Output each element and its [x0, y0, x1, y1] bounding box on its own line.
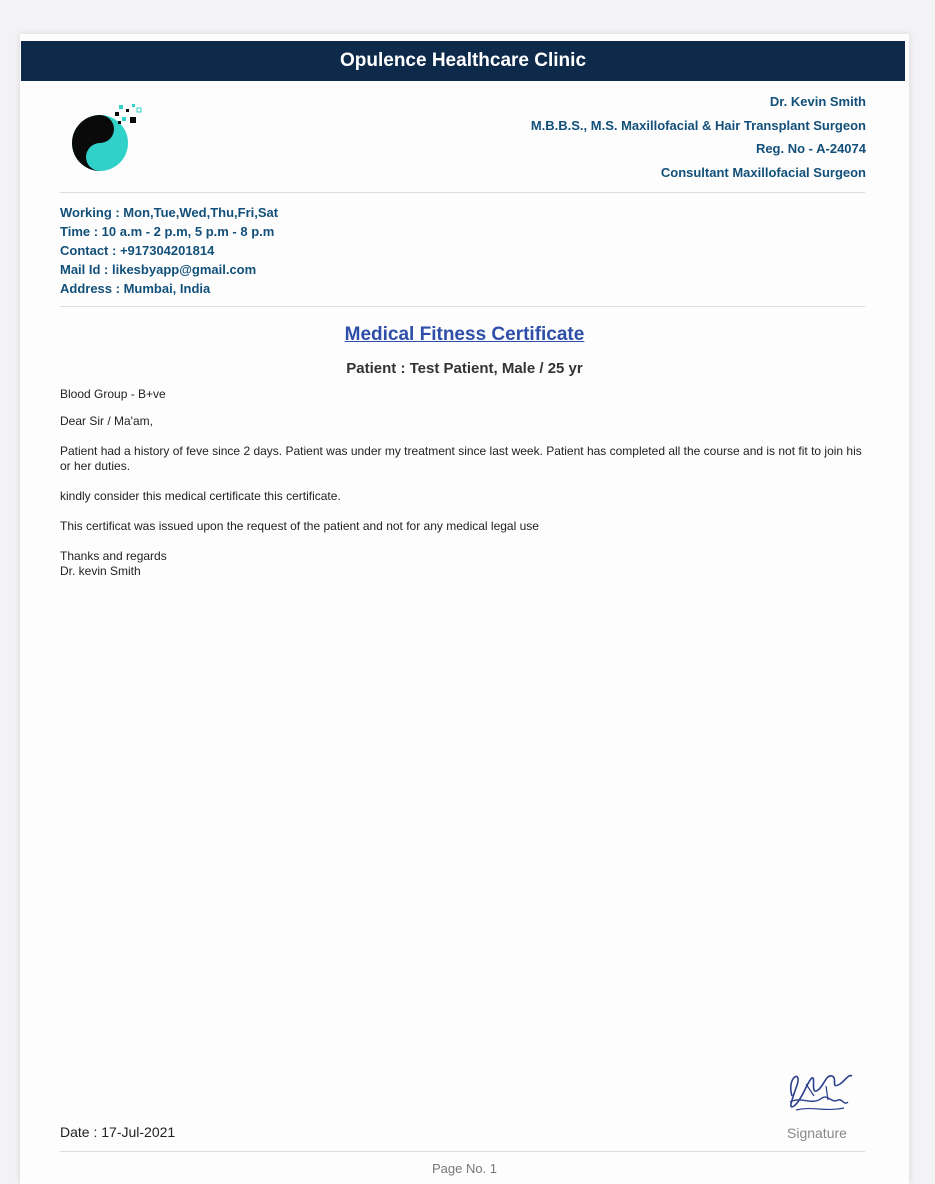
certificate-page: Opulence Healthcare Clinic Dr. Kevin Smi… [20, 34, 909, 1184]
body-paragraph-2: kindly consider this medical certificate… [60, 489, 341, 503]
patient-line: Patient : Test Patient, Male / 25 yr [346, 360, 583, 377]
clinic-header-bar: Opulence Healthcare Clinic [21, 41, 905, 81]
doctor-details: Dr. Kevin Smith M.B.B.S., M.S. Maxillofa… [531, 90, 866, 184]
blood-group: Blood Group - B+ve [60, 387, 166, 401]
doctor-qualification: M.B.B.S., M.S. Maxillofacial & Hair Tran… [530, 117, 866, 133]
body-paragraph-1: Patient had a history of feve since 2 da… [60, 444, 862, 473]
footer-divider [60, 1151, 865, 1152]
divider [60, 306, 865, 307]
clinic-info: Working : Mon,Tue,Wed,Thu,Fri,Sat Time :… [60, 203, 278, 298]
page-number: Page No. 1 [431, 1161, 498, 1176]
divider [60, 192, 865, 193]
working-time: Time : 10 a.m - 2 p.m, 5 p.m - 8 p.m [60, 224, 275, 239]
address: Address : Mumbai, India [60, 281, 211, 296]
issue-date: Date : 17-Jul-2021 [60, 1124, 176, 1140]
contact-number: Contact : +917304201814 [60, 243, 215, 258]
signature-label: Signature [787, 1125, 847, 1141]
clinic-name: Opulence Healthcare Clinic [339, 50, 587, 71]
salutation: Dear Sir / Ma'am, [60, 414, 153, 428]
doctor-role: Consultant Maxillofacial Surgeon [660, 164, 866, 180]
signature-image [789, 1074, 853, 1111]
doctor-name: Dr. Kevin Smith [769, 94, 866, 109]
clinic-logo [72, 104, 142, 171]
body-paragraph-3: This certificat was issued upon the requ… [60, 519, 539, 533]
mail-id: Mail Id : likesbyapp@gmail.com [60, 262, 257, 277]
working-days: Working : Mon,Tue,Wed,Thu,Fri,Sat [60, 205, 279, 220]
closing: Thanks and regards [60, 549, 167, 563]
doctor-reg-no: Reg. No - A-24074 [755, 141, 866, 156]
closing-name: Dr. kevin Smith [60, 564, 141, 578]
certificate-title: Medical Fitness Certificate [344, 324, 585, 345]
